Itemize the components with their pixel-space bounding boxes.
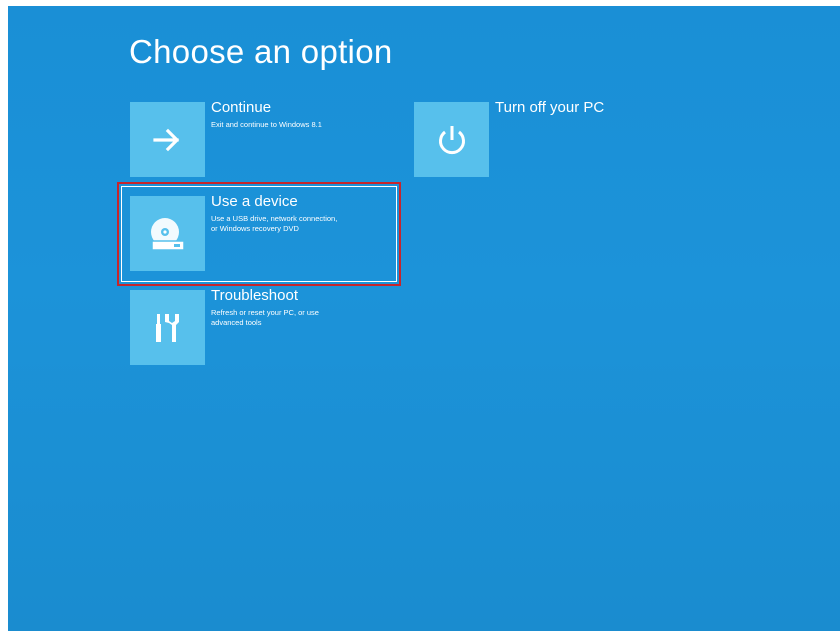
turn-off-title: Turn off your PC (495, 99, 605, 116)
use-device-tile[interactable] (130, 196, 205, 271)
continue-description: Exit and continue to Windows 8.1 (211, 120, 322, 129)
turn-off-tile[interactable] (414, 102, 489, 177)
troubleshoot-option[interactable]: Troubleshoot Refresh or reset your PC, o… (130, 287, 400, 365)
disc-drive-icon (150, 217, 185, 251)
page-title: Choose an option (129, 33, 393, 70)
troubleshoot-description: Refresh or reset your PC, or use advance… (211, 308, 319, 327)
use-device-description: Use a USB drive, network connection, or … (211, 214, 338, 233)
power-icon (438, 125, 465, 154)
troubleshoot-tile[interactable] (130, 290, 205, 365)
use-device-title: Use a device (211, 193, 298, 210)
turn-off-option[interactable]: Turn off your PC (414, 99, 634, 177)
use-device-option[interactable]: Use a device Use a USB drive, network co… (130, 193, 400, 271)
troubleshoot-title: Troubleshoot (211, 287, 298, 304)
arrow-right-icon (152, 128, 179, 151)
continue-title: Continue (211, 99, 272, 116)
tools-icon (155, 313, 179, 342)
screenshot-frame: Choose an option Continue Exit and conti… (0, 0, 840, 635)
continue-tile[interactable] (130, 102, 205, 177)
continue-option[interactable]: Continue Exit and continue to Windows 8.… (130, 99, 400, 177)
